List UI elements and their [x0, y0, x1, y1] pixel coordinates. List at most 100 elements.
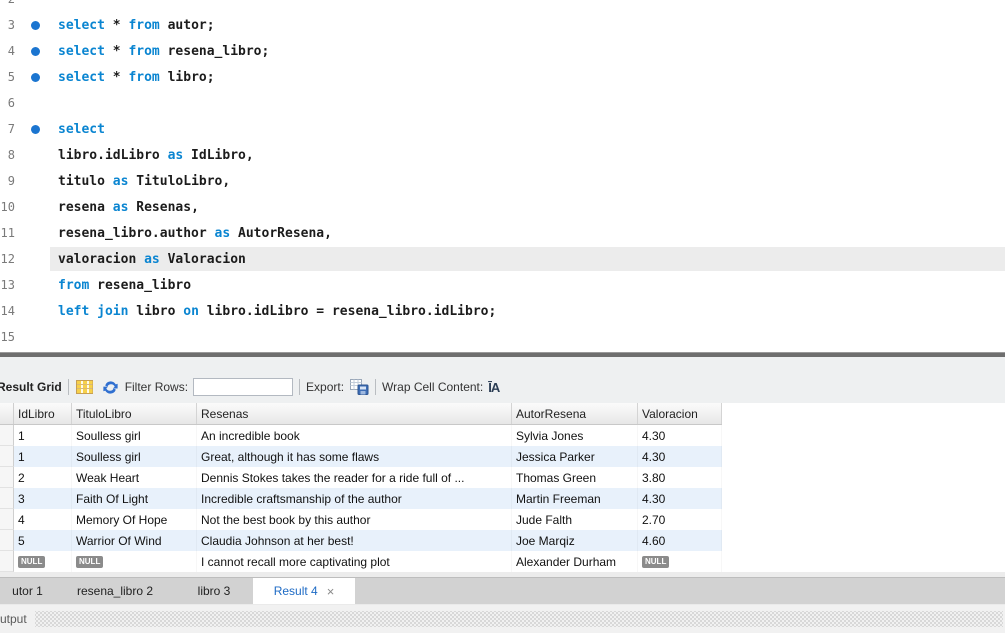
editor-line[interactable]: 15 — [0, 324, 1005, 350]
table-cell[interactable]: Incredible craftsmanship of the author — [197, 488, 512, 509]
tab-label: utor 1 — [12, 584, 43, 598]
table-cell[interactable]: 4.30 — [638, 488, 722, 509]
table-cell[interactable]: Thomas Green — [512, 467, 638, 488]
table-cell[interactable]: NULL — [14, 551, 72, 572]
toolbar-separator — [375, 379, 376, 395]
table-cell[interactable]: 3 — [14, 488, 72, 509]
editor-line[interactable]: 9titulo as TituloLibro, — [0, 168, 1005, 194]
table-cell[interactable]: NULL — [638, 551, 722, 572]
table-cell[interactable]: I cannot recall more captivating plot — [197, 551, 512, 572]
table-cell[interactable]: Soulless girl — [72, 425, 197, 446]
column-header-idlibro[interactable]: IdLibro — [14, 403, 72, 424]
line-number: 15 — [0, 330, 15, 344]
table-cell[interactable]: 5 — [14, 530, 72, 551]
row-selector[interactable] — [0, 425, 14, 446]
table-cell[interactable]: 4.60 — [638, 530, 722, 551]
grid-view-icon[interactable] — [75, 379, 95, 395]
editor-line[interactable]: 8libro.idLibro as IdLibro, — [0, 142, 1005, 168]
editor-line[interactable]: 14left join libro on libro.idLibro = res… — [0, 298, 1005, 324]
tab-label: Result 4 — [274, 584, 318, 598]
column-header-valoracion[interactable]: Valoracion — [638, 403, 722, 424]
sql-text: titulo — [58, 174, 113, 189]
tab-utor-1[interactable]: utor 1 — [0, 578, 55, 604]
table-cell[interactable]: Dennis Stokes takes the reader for a rid… — [197, 467, 512, 488]
table-cell[interactable]: 4.30 — [638, 446, 722, 467]
tab-result-4[interactable]: Result 4 × — [253, 578, 355, 604]
line-number: 9 — [0, 174, 15, 188]
table-cell[interactable]: 4 — [14, 509, 72, 530]
table-row[interactable]: 4Memory Of HopeNot the best book by this… — [0, 509, 722, 530]
column-header-resenas[interactable]: Resenas — [197, 403, 512, 424]
editor-line[interactable]: 7select — [0, 116, 1005, 142]
editor-line[interactable]: 4select * from resena_libro; — [0, 38, 1005, 64]
table-cell[interactable]: Jude Falth — [512, 509, 638, 530]
sql-keyword: select — [58, 44, 105, 59]
sql-keyword: select — [58, 122, 105, 137]
close-icon[interactable]: × — [327, 585, 335, 598]
table-cell[interactable]: Alexander Durham — [512, 551, 638, 572]
sql-editor[interactable]: 23select * from autor;4select * from res… — [0, 0, 1005, 352]
result-grid: IdLibroTituloLibroResenasAutorResenaValo… — [0, 403, 1005, 572]
row-selector[interactable] — [0, 530, 14, 551]
export-save-icon[interactable] — [349, 379, 369, 395]
table-row[interactable]: NULLNULLI cannot recall more captivating… — [0, 551, 722, 572]
table-cell[interactable]: An incredible book — [197, 425, 512, 446]
sql-keyword: from — [128, 18, 159, 33]
sql-keyword: as — [168, 148, 184, 163]
row-selector[interactable] — [0, 509, 14, 530]
table-cell[interactable]: Faith Of Light — [72, 488, 197, 509]
editor-line[interactable]: 5select * from libro; — [0, 64, 1005, 90]
row-selector[interactable] — [0, 488, 14, 509]
editor-line[interactable]: 10resena as Resenas, — [0, 194, 1005, 220]
editor-line[interactable]: 3select * from autor; — [0, 12, 1005, 38]
editor-line[interactable]: 11resena_libro.author as AutorResena, — [0, 220, 1005, 246]
table-row[interactable]: 1Soulless girlGreat, although it has som… — [0, 446, 722, 467]
row-selector[interactable] — [0, 467, 14, 488]
table-cell[interactable]: Jessica Parker — [512, 446, 638, 467]
null-badge: NULL — [18, 556, 45, 568]
filter-rows-input[interactable] — [193, 378, 293, 396]
table-cell[interactable]: Joe Marqiz — [512, 530, 638, 551]
row-selector[interactable] — [0, 446, 14, 467]
table-row[interactable]: 3Faith Of LightIncredible craftsmanship … — [0, 488, 722, 509]
exec-marker-gutter — [15, 125, 55, 134]
table-cell[interactable]: 4.30 — [638, 425, 722, 446]
table-cell[interactable]: Martin Freeman — [512, 488, 638, 509]
table-cell[interactable]: 2 — [14, 467, 72, 488]
sql-text: resena_libro; — [160, 44, 270, 59]
table-cell[interactable]: Not the best book by this author — [197, 509, 512, 530]
tab-resena_libro-2[interactable]: resena_libro 2 — [55, 578, 175, 604]
tab-label: libro 3 — [198, 584, 231, 598]
table-cell[interactable]: Warrior Of Wind — [72, 530, 197, 551]
editor-line[interactable]: 13from resena_libro — [0, 272, 1005, 298]
wrap-cell-content-icon[interactable]: ĪA — [488, 380, 499, 395]
table-cell[interactable]: Sylvia Jones — [512, 425, 638, 446]
table-cell[interactable]: Soulless girl — [72, 446, 197, 467]
table-cell[interactable]: 3.80 — [638, 467, 722, 488]
editor-line[interactable]: 2 — [0, 0, 1005, 12]
table-row[interactable]: 2Weak HeartDennis Stokes takes the reade… — [0, 467, 722, 488]
tab-libro-3[interactable]: libro 3 — [175, 578, 253, 604]
grid-body: 1Soulless girlAn incredible bookSylvia J… — [0, 425, 1005, 572]
column-header-autorresena[interactable]: AutorResena — [512, 403, 638, 424]
sql-text: resena — [58, 200, 113, 215]
column-header-titulolibro[interactable]: TituloLibro — [72, 403, 197, 424]
output-panel-header[interactable]: utput — [0, 604, 1005, 633]
table-cell[interactable]: Claudia Johnson at her best! — [197, 530, 512, 551]
table-cell[interactable]: Great, although it has some flaws — [197, 446, 512, 467]
table-row[interactable]: 1Soulless girlAn incredible bookSylvia J… — [0, 425, 722, 446]
sql-keyword: left join — [58, 304, 128, 319]
editor-line[interactable]: 6 — [0, 90, 1005, 116]
table-cell[interactable]: 1 — [14, 446, 72, 467]
table-cell[interactable]: NULL — [72, 551, 197, 572]
editor-line[interactable]: 12valoracion as Valoracion — [0, 246, 1005, 272]
table-row[interactable]: 5Warrior Of WindClaudia Johnson at her b… — [0, 530, 722, 551]
table-cell[interactable]: 1 — [14, 425, 72, 446]
sql-text: * — [105, 18, 128, 33]
table-cell[interactable]: Weak Heart — [72, 467, 197, 488]
row-selector[interactable] — [0, 551, 14, 572]
refresh-icon[interactable] — [103, 380, 118, 395]
table-cell[interactable]: 2.70 — [638, 509, 722, 530]
table-cell[interactable]: Memory Of Hope — [72, 509, 197, 530]
wrap-cell-content-label: Wrap Cell Content: — [382, 380, 483, 394]
